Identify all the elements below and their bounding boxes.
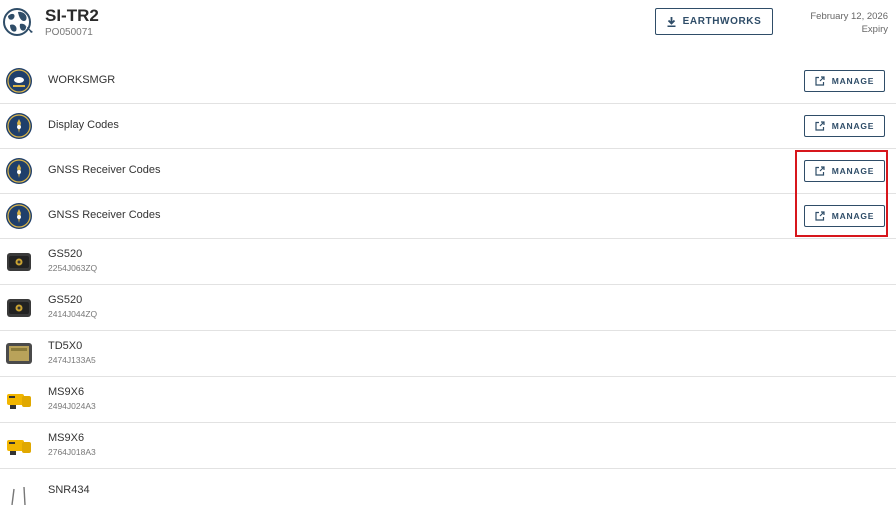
list-item: GNSS Receiver Codes MANAGE xyxy=(0,194,896,239)
gnss-receiver-icon xyxy=(7,253,31,271)
display-unit-icon xyxy=(6,343,32,364)
item-name: MS9X6 xyxy=(48,386,85,398)
expiry-block: February 12, 2026 Expiry xyxy=(810,10,888,36)
item-name: GS520 xyxy=(48,294,83,306)
gnss-receiver-icon xyxy=(7,299,31,317)
machine-sensor-icon xyxy=(7,440,31,455)
item-name: GNSS Receiver Codes xyxy=(48,164,161,176)
list-item: GS520 2254J063ZQ xyxy=(0,239,896,285)
manage-label: MANAGE xyxy=(831,76,875,86)
page-header: SI-TR2 PO050071 EARTHWORKS February 12, … xyxy=(0,0,896,58)
list-item: GS520 2414J044ZQ xyxy=(0,285,896,331)
item-name: SNR434 xyxy=(48,484,90,496)
item-serial: 2494J024A3 xyxy=(48,401,96,411)
license-badge-icon xyxy=(6,68,32,94)
po-number: PO050071 xyxy=(45,27,93,38)
earthworks-label: EARTHWORKS xyxy=(682,16,762,27)
license-list: WORKSMGR MANAGE Display Codes MANAGE GNS… xyxy=(0,59,896,514)
external-edit-icon xyxy=(815,76,825,86)
item-name: GNSS Receiver Codes xyxy=(48,209,161,221)
list-item: MS9X6 2494J024A3 xyxy=(0,377,896,423)
item-serial: 2254J063ZQ xyxy=(48,263,98,273)
expiry-label: Expiry xyxy=(861,24,888,35)
earthworks-button[interactable]: EARTHWORKS xyxy=(655,8,773,35)
item-name: WORKSMGR xyxy=(48,74,116,86)
expiry-date: February 12, 2026 xyxy=(810,11,888,22)
download-icon xyxy=(667,16,676,27)
external-edit-icon xyxy=(815,121,825,131)
list-item: TD5X0 2474J133A5 xyxy=(0,331,896,377)
list-item: Display Codes MANAGE xyxy=(0,104,896,149)
item-serial: 2414J044ZQ xyxy=(48,309,98,319)
item-name: TD5X0 xyxy=(48,340,83,352)
highlight-box xyxy=(795,150,888,237)
item-name: MS9X6 xyxy=(48,432,85,444)
license-badge-icon xyxy=(6,203,32,229)
list-item: WORKSMGR MANAGE xyxy=(0,59,896,104)
page-title: SI-TR2 xyxy=(45,6,99,25)
manage-button[interactable]: MANAGE xyxy=(804,115,885,137)
item-serial: 2764J018A3 xyxy=(48,447,96,457)
antenna-icon xyxy=(11,486,26,505)
license-badge-icon xyxy=(6,113,32,139)
license-badge-icon xyxy=(6,158,32,184)
list-item: MS9X6 2764J018A3 xyxy=(0,423,896,469)
machine-sensor-icon xyxy=(7,394,31,409)
item-name: Display Codes xyxy=(48,119,119,131)
list-item: GNSS Receiver Codes MANAGE xyxy=(0,149,896,194)
item-name: GS520 xyxy=(48,248,83,260)
manage-button[interactable]: MANAGE xyxy=(804,70,885,92)
globe-logo-icon xyxy=(3,8,33,36)
item-serial: 2474J133A5 xyxy=(48,355,96,365)
manage-label: MANAGE xyxy=(831,121,875,131)
